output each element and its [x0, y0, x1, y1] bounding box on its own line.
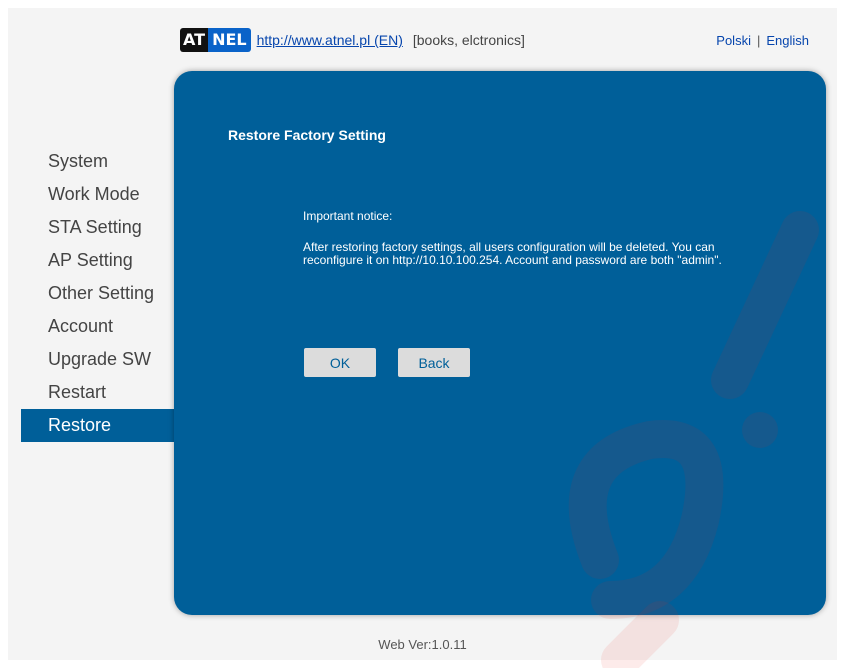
sidebar-item-system[interactable]: System [21, 145, 176, 178]
lang-separator: | [756, 33, 761, 48]
header-bar: AT NEL http://www.atnel.pl (EN) [books, … [180, 28, 525, 52]
ok-button[interactable]: OK [304, 348, 376, 377]
atnel-link[interactable]: http://www.atnel.pl (EN) [257, 32, 403, 48]
notice-title: Important notice: [303, 209, 393, 223]
sidebar-item-upgrade-sw[interactable]: Upgrade SW [21, 343, 176, 376]
sidebar-item-restore[interactable]: Restore [21, 409, 176, 442]
lang-english-link[interactable]: English [766, 33, 809, 48]
logo-part-nel: NEL [208, 28, 251, 52]
sidebar-item-work-mode[interactable]: Work Mode [21, 178, 176, 211]
version-footer: Web Ver:1.0.11 [378, 637, 467, 652]
sidebar-item-other-setting[interactable]: Other Setting [21, 277, 176, 310]
logo-part-at: AT [180, 28, 209, 52]
sidebar-item-ap-setting[interactable]: AP Setting [21, 244, 176, 277]
back-button[interactable]: Back [398, 348, 470, 377]
sidebar-item-restart[interactable]: Restart [21, 376, 176, 409]
sidebar-menu: System Work Mode STA Setting AP Setting … [21, 145, 176, 442]
header-tagline: [books, elctronics] [412, 32, 525, 48]
content-panel: Restore Factory Setting Important notice… [174, 71, 826, 615]
language-switcher: Polski | English [716, 33, 809, 48]
atnel-logo[interactable]: AT NEL [180, 28, 251, 52]
sidebar-item-sta-setting[interactable]: STA Setting [21, 211, 176, 244]
page-title: Restore Factory Setting [228, 127, 386, 143]
sidebar-item-account[interactable]: Account [21, 310, 176, 343]
lang-polski-link[interactable]: Polski [716, 33, 751, 48]
notice-body: After restoring factory settings, all us… [303, 240, 722, 267]
